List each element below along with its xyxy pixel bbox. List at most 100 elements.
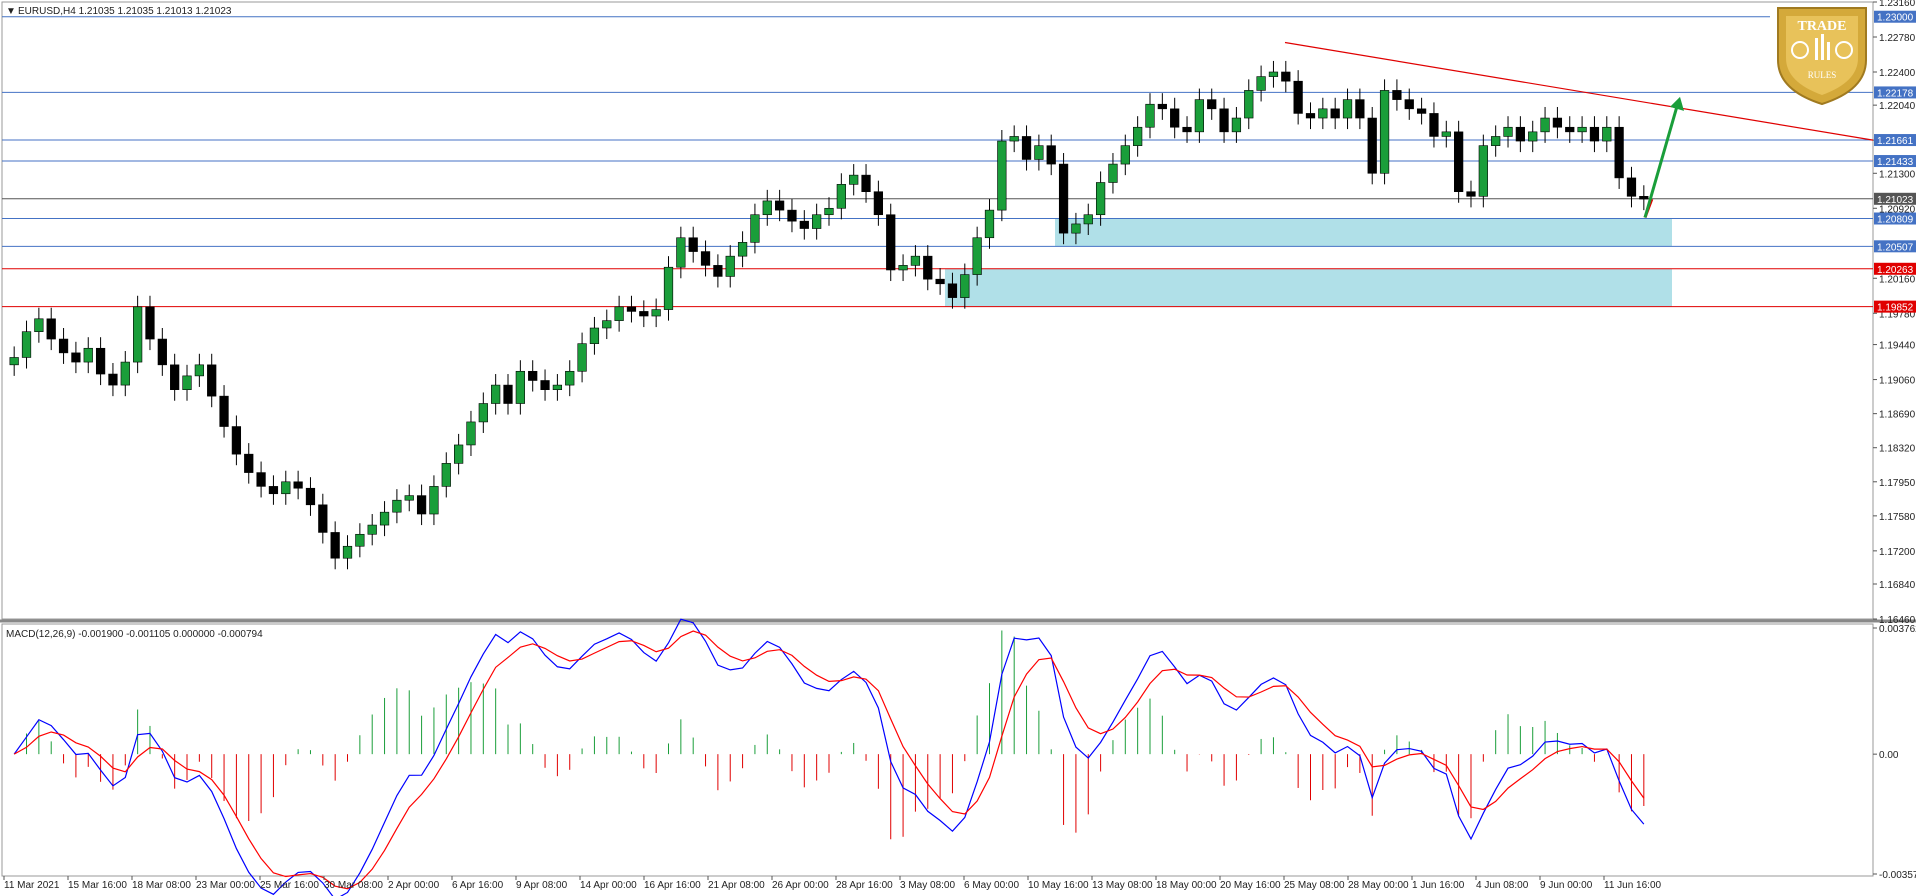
candle-body-19 <box>244 453 254 473</box>
candle-body-123 <box>1528 131 1538 142</box>
price-tick-label-10: 1.19060 <box>1879 376 1916 387</box>
candle-body-95 <box>1182 126 1192 133</box>
candle-body-103 <box>1281 71 1291 82</box>
candle-body-47 <box>589 327 600 344</box>
candle-body-78 <box>972 237 982 275</box>
candle-body-77 <box>960 274 970 298</box>
candle-body-35 <box>441 463 451 487</box>
candle-body-11 <box>145 306 155 340</box>
logo-bottom-text: RULES <box>1808 70 1837 80</box>
collapse-triangle-icon[interactable]: ▼ <box>6 6 16 17</box>
candle-body-99 <box>1231 117 1242 133</box>
candle-body-67 <box>836 184 846 209</box>
level-label-5: 1.20809 <box>1877 215 1914 226</box>
candle-body-65 <box>812 214 822 229</box>
candle-body-27 <box>342 545 353 559</box>
time-tick-label-22: 1 Jun 16:00 <box>1412 880 1465 891</box>
time-tick-label-18: 18 May 00:00 <box>1156 880 1217 891</box>
chart-canvas: 1.231601.227801.224001.220401.216601.213… <box>0 0 1916 896</box>
time-tick-label-21: 28 May 00:00 <box>1348 880 1409 891</box>
candle-body-44 <box>552 384 563 390</box>
candle-body-42 <box>528 370 538 381</box>
candle-body-127 <box>1577 126 1587 133</box>
horizontal-levels[interactable] <box>2 16 1873 308</box>
candle-body-16 <box>207 364 217 397</box>
time-tick-label-19: 20 May 16:00 <box>1220 880 1281 891</box>
candle-body-12 <box>157 338 167 366</box>
support-zone-1[interactable] <box>945 268 1672 307</box>
price-tick-label-2: 1.22400 <box>1879 68 1916 79</box>
candle-body-87 <box>1083 214 1093 225</box>
candle-body-51 <box>639 311 649 317</box>
candle-body-53 <box>663 266 674 310</box>
time-tick-label-10: 16 Apr 16:00 <box>644 880 701 891</box>
level-label-7: 1.20263 <box>1877 265 1914 276</box>
time-tick-label-4: 25 Mar 16:00 <box>260 880 319 891</box>
time-tick-label-12: 26 Apr 00:00 <box>772 880 829 891</box>
price-panel-frame <box>1 1 1874 620</box>
time-tick-label-24: 9 Jun 00:00 <box>1540 880 1593 891</box>
candle-body-117 <box>1454 131 1464 193</box>
candle-body-50 <box>626 306 637 312</box>
macd-tick-label-1: 0.00 <box>1879 750 1899 761</box>
time-axis: 11 Mar 2021 15 Mar 16:00 18 Mar 08:00 23 Ma… <box>3 876 1662 891</box>
candle-body-113 <box>1404 99 1414 110</box>
candle-body-63 <box>787 209 797 222</box>
level-label-4: 1.21023 <box>1877 195 1914 206</box>
candle-body-39 <box>491 384 501 404</box>
candle-body-106 <box>1318 108 1328 119</box>
candle-body-79 <box>984 209 995 239</box>
candle-body-105 <box>1305 113 1316 119</box>
macd-tick-label-0: 0.003762 <box>1879 624 1916 635</box>
candle-body-128 <box>1589 126 1600 142</box>
candle-body-29 <box>367 524 377 535</box>
candle-body-91 <box>1133 126 1143 146</box>
candle-body-26 <box>330 532 340 559</box>
candle-body-1 <box>21 331 32 358</box>
candle-body-0 <box>9 357 19 366</box>
price-tick-label-13: 1.17950 <box>1879 478 1916 489</box>
candle-body-8 <box>108 373 118 386</box>
time-tick-label-25: 11 Jun 16:00 <box>1604 880 1662 891</box>
price-tick-label-14: 1.17580 <box>1879 512 1916 523</box>
time-tick-label-14: 3 May 08:00 <box>900 880 955 891</box>
candle-body-2 <box>34 318 44 332</box>
candle-body-14 <box>182 375 192 390</box>
candle-body-92 <box>1145 103 1155 128</box>
candle-body-6 <box>83 347 93 363</box>
candle-body-115 <box>1429 113 1439 137</box>
candle-body-4 <box>58 338 69 354</box>
candlesticks <box>9 60 1649 570</box>
price-tick-label-16: 1.16840 <box>1879 580 1916 591</box>
candle-body-69 <box>861 174 871 193</box>
candle-body-112 <box>1392 90 1402 100</box>
macd-axis: 0.003762 0.00 -0.003574 <box>1873 624 1916 881</box>
candle-body-28 <box>355 533 365 547</box>
price-tick-label-5: 1.21300 <box>1879 169 1916 180</box>
time-tick-label-20: 25 May 08:00 <box>1284 880 1345 891</box>
candle-body-54 <box>676 237 686 268</box>
level-label-0: 1.23000 <box>1877 13 1914 24</box>
candle-body-116 <box>1441 131 1451 137</box>
candle-body-119 <box>1478 145 1488 197</box>
projection-up-arrow <box>1643 102 1680 218</box>
candle-body-76 <box>947 283 958 298</box>
candle-body-80 <box>997 140 1007 211</box>
candle-body-56 <box>700 251 711 266</box>
time-tick-label-9: 14 Apr 00:00 <box>580 880 637 891</box>
time-tick-label-1: 15 Mar 16:00 <box>68 880 127 891</box>
level-label-2: 1.21661 <box>1877 136 1914 147</box>
candle-body-122 <box>1515 126 1525 142</box>
candle-body-46 <box>577 343 587 372</box>
candle-body-24 <box>305 487 316 506</box>
candle-body-17 <box>219 395 229 427</box>
candle-body-10 <box>133 306 143 363</box>
support-zone-0[interactable] <box>1055 218 1672 247</box>
candle-body-32 <box>404 495 414 501</box>
time-tick-label-13: 28 Apr 16:00 <box>836 880 893 891</box>
candle-body-101 <box>1256 76 1266 91</box>
candle-body-62 <box>774 200 785 211</box>
candle-body-129 <box>1602 126 1612 142</box>
candle-body-34 <box>429 486 439 515</box>
candle-body-102 <box>1268 71 1279 77</box>
